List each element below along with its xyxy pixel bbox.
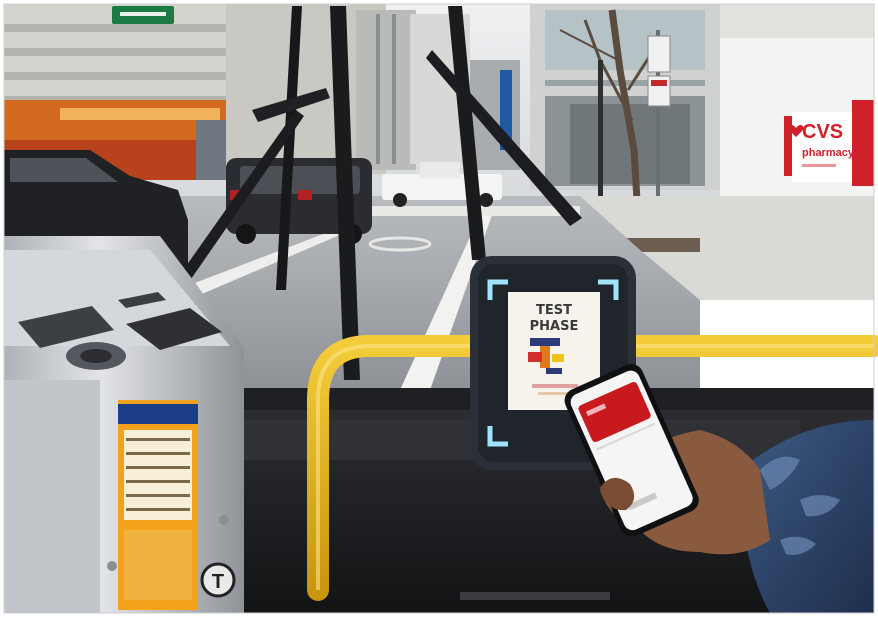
validator-screen-line2: PHASE	[530, 319, 579, 334]
validator-screen-line1: TEST	[536, 303, 572, 318]
fare-box-side-band	[4, 380, 100, 613]
street-sign	[112, 6, 174, 24]
mbta-t-logo-text: T	[212, 571, 224, 593]
cvs-logo-text: CVS	[802, 121, 843, 143]
fare-box-screw	[107, 561, 117, 571]
cvs-pharmacy-text: pharmacy	[802, 147, 855, 159]
bus-interior-photo: CVS pharmacy TEST PHASE T	[0, 0, 878, 617]
